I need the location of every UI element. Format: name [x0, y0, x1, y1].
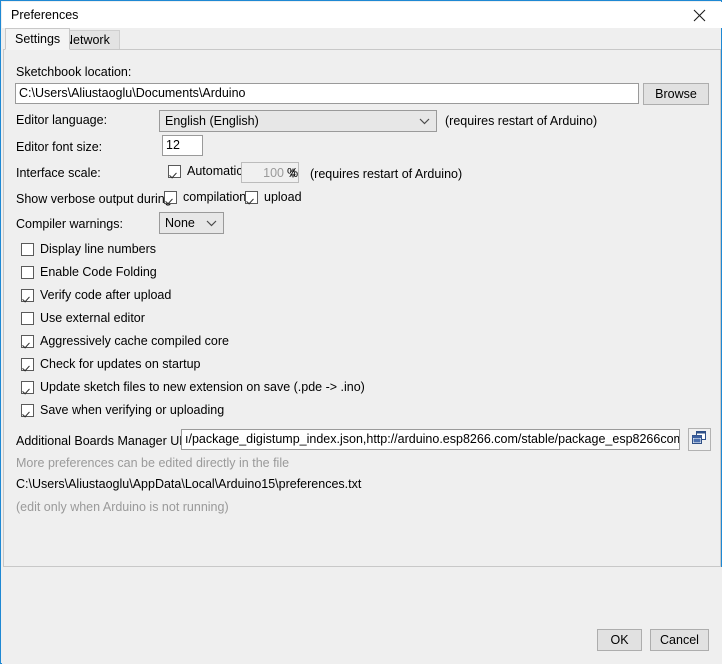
interface-scale-percent-value: 100	[263, 165, 284, 180]
edit-note-row: (edit only when Arduino is not running)	[16, 497, 229, 517]
verbose-label-row: Show verbose output during:	[16, 189, 175, 209]
dialog-footer: OK Cancel	[2, 567, 722, 664]
boards-urls-label-row: Additional Boards Manager URLs:	[16, 431, 205, 451]
checkbox-box[interactable]	[21, 403, 34, 417]
compiler-warnings-label-row: Compiler warnings:	[16, 214, 123, 234]
checkbox-aggressively-cache-compiled-core[interactable]: Aggressively cache compiled core	[21, 334, 229, 348]
checkbox-label: Display line numbers	[40, 242, 157, 256]
editor-font-size-label-row: Editor font size:	[16, 137, 102, 157]
checkbox-box[interactable]	[21, 334, 34, 348]
editor-language-label-row: Editor language:	[16, 110, 107, 130]
checkbox-label: Check for updates on startup	[40, 357, 201, 371]
tab-settings[interactable]: Settings	[5, 28, 71, 50]
interface-scale-percent-stepper[interactable]: 100	[241, 162, 299, 183]
checkbox-box[interactable]	[21, 288, 34, 302]
verbose-upload-label: upload	[264, 190, 302, 204]
editor-language-value: English (English)	[165, 114, 259, 128]
editor-language-select[interactable]: English (English)	[159, 110, 437, 132]
interface-scale-percent-symbol: %	[287, 166, 299, 180]
preferences-dialog: Preferences Settings Network Sketchbook …	[0, 0, 722, 664]
interface-scale-label-row: Interface scale:	[16, 163, 101, 183]
checkbox-box[interactable]	[21, 311, 34, 325]
editor-language-note-row: (requires restart of Arduino)	[445, 111, 597, 131]
checkbox-check-for-updates-on-startup[interactable]: Check for updates on startup	[21, 357, 201, 371]
checkbox-label: Enable Code Folding	[40, 265, 157, 279]
interface-scale-note: (requires restart of Arduino)	[310, 167, 463, 181]
sketchbook-label: Sketchbook location:	[16, 65, 132, 79]
checkbox-save-when-verifying-or-uploading[interactable]: Save when verifying or uploading	[21, 403, 224, 417]
window-title: Preferences	[11, 8, 79, 22]
interface-scale-note-row: (requires restart of Arduino)	[310, 164, 462, 184]
window-list-icon	[692, 431, 707, 448]
interface-scale-label: Interface scale:	[16, 166, 101, 180]
checkbox-box[interactable]	[21, 265, 34, 279]
ok-button[interactable]: OK	[597, 629, 642, 651]
more-preferences-note: More preferences can be edited directly …	[16, 456, 290, 470]
interface-scale-automatic-checkbox[interactable]	[168, 164, 181, 178]
chevron-down-icon	[206, 216, 217, 230]
interface-scale-automatic-label: Automatic	[187, 164, 243, 178]
tab-network-label: Network	[64, 33, 110, 47]
checkbox-label: Verify code after upload	[40, 288, 172, 302]
checkbox-box[interactable]	[21, 242, 34, 256]
prefs-path-row: C:\Users\Aliustaoglu\AppData\Local\Ardui…	[16, 474, 361, 494]
cancel-button[interactable]: Cancel	[650, 629, 709, 651]
more-prefs-note-row: More preferences can be edited directly …	[16, 453, 289, 473]
checkbox-update-sketch-files-extension[interactable]: Update sketch files to new extension on …	[21, 380, 365, 394]
chevron-down-icon	[419, 114, 430, 128]
close-icon	[693, 9, 706, 22]
interface-scale-percent-symbol-row: %	[287, 163, 298, 183]
compiler-warnings-label: Compiler warnings:	[16, 217, 123, 231]
boards-urls-input[interactable]: ı/package_digistump_index.json,http://ar…	[181, 429, 680, 450]
checkbox-label: Aggressively cache compiled core	[40, 334, 229, 348]
verbose-compilation-checkbox[interactable]	[164, 190, 177, 204]
boards-urls-edit-button[interactable]	[688, 428, 711, 451]
close-button[interactable]	[677, 2, 722, 28]
edit-only-note: (edit only when Arduino is not running)	[16, 500, 229, 514]
verbose-compilation-checkbox-item[interactable]: compilation	[164, 190, 246, 204]
checkbox-label: Use external editor	[40, 311, 145, 325]
sketchbook-location-input[interactable]: C:\Users\Aliustaoglu\Documents\Arduino	[15, 83, 639, 104]
checkbox-box[interactable]	[21, 357, 34, 371]
preferences-file-path: C:\Users\Aliustaoglu\AppData\Local\Ardui…	[16, 477, 362, 491]
verbose-upload-checkbox-item[interactable]: upload	[245, 190, 302, 204]
verbose-compilation-label: compilation	[183, 190, 247, 204]
browse-button[interactable]: Browse	[643, 83, 709, 105]
title-bar: Preferences	[2, 2, 722, 28]
tab-settings-label: Settings	[15, 32, 61, 46]
editor-language-label: Editor language:	[16, 113, 108, 127]
checkbox-use-external-editor[interactable]: Use external editor	[21, 311, 145, 325]
compiler-warnings-select[interactable]: None	[159, 212, 224, 234]
checkbox-display-line-numbers[interactable]: Display line numbers	[21, 242, 156, 256]
sketchbook-label-row: Sketchbook location:	[16, 62, 131, 82]
checkbox-verify-code-after-upload[interactable]: Verify code after upload	[21, 288, 171, 302]
compiler-warnings-value: None	[165, 216, 195, 230]
verbose-upload-checkbox[interactable]	[245, 190, 258, 204]
editor-font-size-input[interactable]: 12	[162, 135, 203, 156]
checkbox-enable-code-folding[interactable]: Enable Code Folding	[21, 265, 157, 279]
settings-panel: Sketchbook location: C:\Users\Aliustaogl…	[3, 49, 721, 567]
interface-scale-automatic-checkbox-item[interactable]: Automatic	[168, 164, 243, 178]
checkbox-label: Save when verifying or uploading	[40, 403, 225, 417]
boards-urls-label: Additional Boards Manager URLs:	[16, 434, 205, 448]
editor-font-size-label: Editor font size:	[16, 140, 103, 154]
tab-bar: Settings Network	[2, 28, 722, 50]
verbose-output-label: Show verbose output during:	[16, 192, 176, 206]
checkbox-box[interactable]	[21, 380, 34, 394]
editor-language-note: (requires restart of Arduino)	[445, 114, 598, 128]
checkbox-label: Update sketch files to new extension on …	[40, 380, 365, 394]
